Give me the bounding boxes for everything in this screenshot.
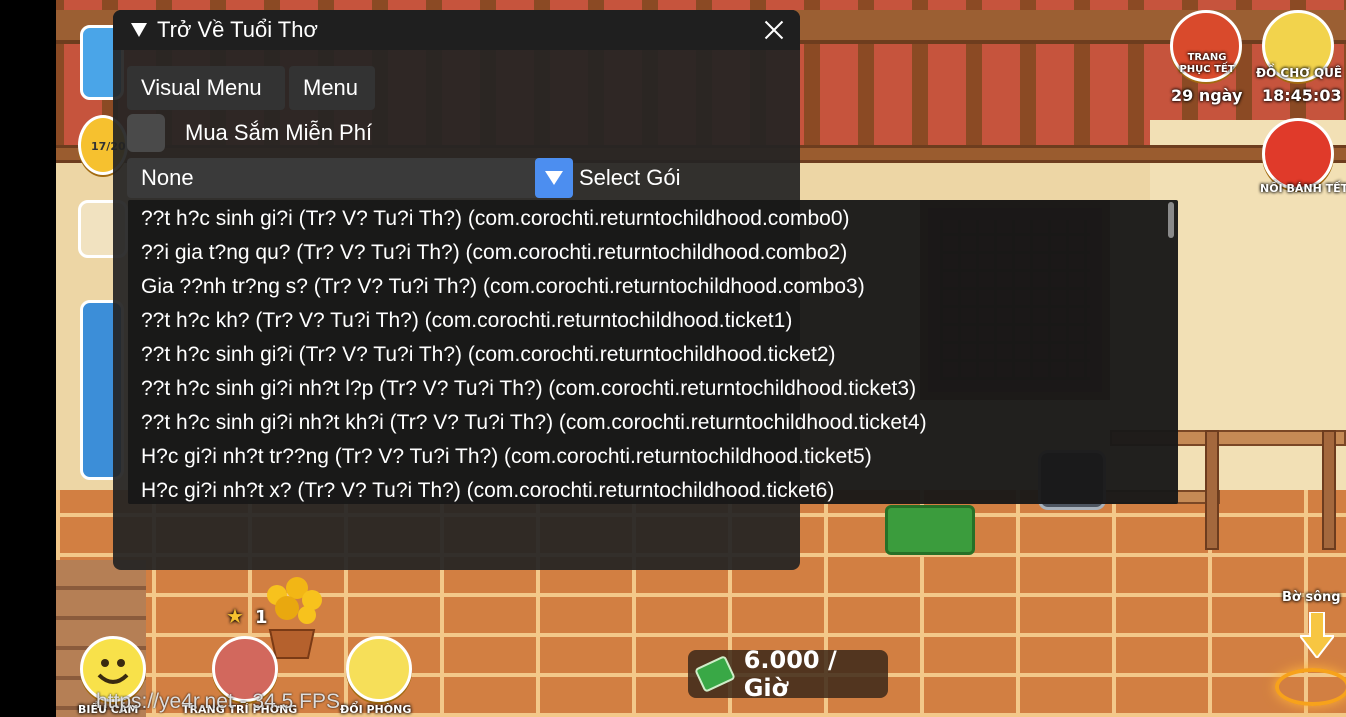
- list-item[interactable]: ??t h?c sinh gi?i (Tr? V? Tu?i Th?) (com…: [128, 202, 1178, 236]
- income-text: 6.000 / Giờ: [743, 646, 837, 702]
- list-item[interactable]: ??t h?c sinh gi?i nh?t l?p (Tr? V? Tu?i …: [128, 372, 1178, 406]
- lion-dance-label: NỒI BÁNH TẾT: [1260, 182, 1346, 195]
- list-item[interactable]: H?c gi?i nh?t x? (Tr? V? Tu?i Th?) (com.…: [128, 474, 1178, 504]
- list-item[interactable]: H?c gi?i nh?t tr??ng (Tr? V? Tu?i Th?) (…: [128, 440, 1178, 474]
- free-shopping-checkbox[interactable]: [127, 114, 165, 152]
- exit-portal[interactable]: [1275, 668, 1346, 706]
- fps-overlay: https://ye4r.net - 34.5 FPS: [96, 690, 340, 713]
- screen-notch-area: [0, 0, 56, 717]
- free-shopping-label: Mua Sắm Miễn Phí: [185, 120, 373, 145]
- income-display: 6.000 / Giờ: [688, 646, 888, 702]
- lion-dance-icon[interactable]: [1262, 118, 1334, 190]
- close-icon[interactable]: [762, 18, 786, 42]
- tab-visual-menu[interactable]: Visual Menu: [127, 66, 285, 110]
- list-scrollbar[interactable]: [1168, 202, 1174, 238]
- money-icon: [694, 655, 736, 693]
- mod-menu-window: Trở Về Tuổi Thơ Visual Menu Menu Mua Sắm…: [113, 10, 1178, 570]
- outfit-event-timer: 29 ngày: [1171, 86, 1243, 105]
- change-room-label: ĐỔI PHÒNG: [340, 703, 412, 716]
- list-item[interactable]: ??t h?c kh? (Tr? V? Tu?i Th?) (com.coroc…: [128, 304, 1178, 338]
- railing-post: [1322, 430, 1336, 550]
- package-select-label: Select Gói: [579, 165, 681, 190]
- list-item[interactable]: ??i gia t?ng qu? (Tr? V? Tu?i Th?) (com.…: [128, 236, 1178, 270]
- tab-menu[interactable]: Menu: [289, 66, 375, 110]
- free-shopping-row[interactable]: Mua Sắm Miễn Phí: [127, 113, 372, 153]
- list-item[interactable]: Gia ??nh tr?ng s? (Tr? V? Tu?i Th?) (com…: [128, 270, 1178, 304]
- star-icon: ★: [226, 604, 244, 628]
- village-toy-label: ĐỒ CHƠ QUÊ: [1256, 66, 1343, 80]
- collapse-triangle-icon[interactable]: [131, 23, 147, 37]
- gift-box[interactable]: [885, 505, 975, 555]
- list-item[interactable]: ??t h?c sinh gi?i nh?t kh?i (Tr? V? Tu?i…: [128, 406, 1178, 440]
- exit-label: Bờ sông: [1282, 590, 1341, 605]
- railing-post: [1205, 430, 1219, 550]
- list-item[interactable]: ??t h?c sinh gi?i (Tr? V? Tu?i Th?) (com…: [128, 338, 1178, 372]
- star-count: 1: [255, 607, 268, 628]
- package-select[interactable]: None: [127, 158, 573, 198]
- menu-titlebar[interactable]: Trở Về Tuổi Thơ: [113, 10, 800, 50]
- village-toy-timer: 18:45:03: [1262, 86, 1342, 105]
- outfit-event-label: TRANG PHỤC TẾT: [1179, 52, 1235, 75]
- menu-title: Trở Về Tuổi Thơ: [157, 17, 318, 42]
- arrow-down-icon[interactable]: [1300, 612, 1334, 658]
- chevron-down-icon[interactable]: [535, 158, 573, 198]
- change-room-button[interactable]: [346, 636, 412, 702]
- package-list[interactable]: ??t h?c sinh gi?i (Tr? V? Tu?i Th?) (com…: [128, 200, 1178, 504]
